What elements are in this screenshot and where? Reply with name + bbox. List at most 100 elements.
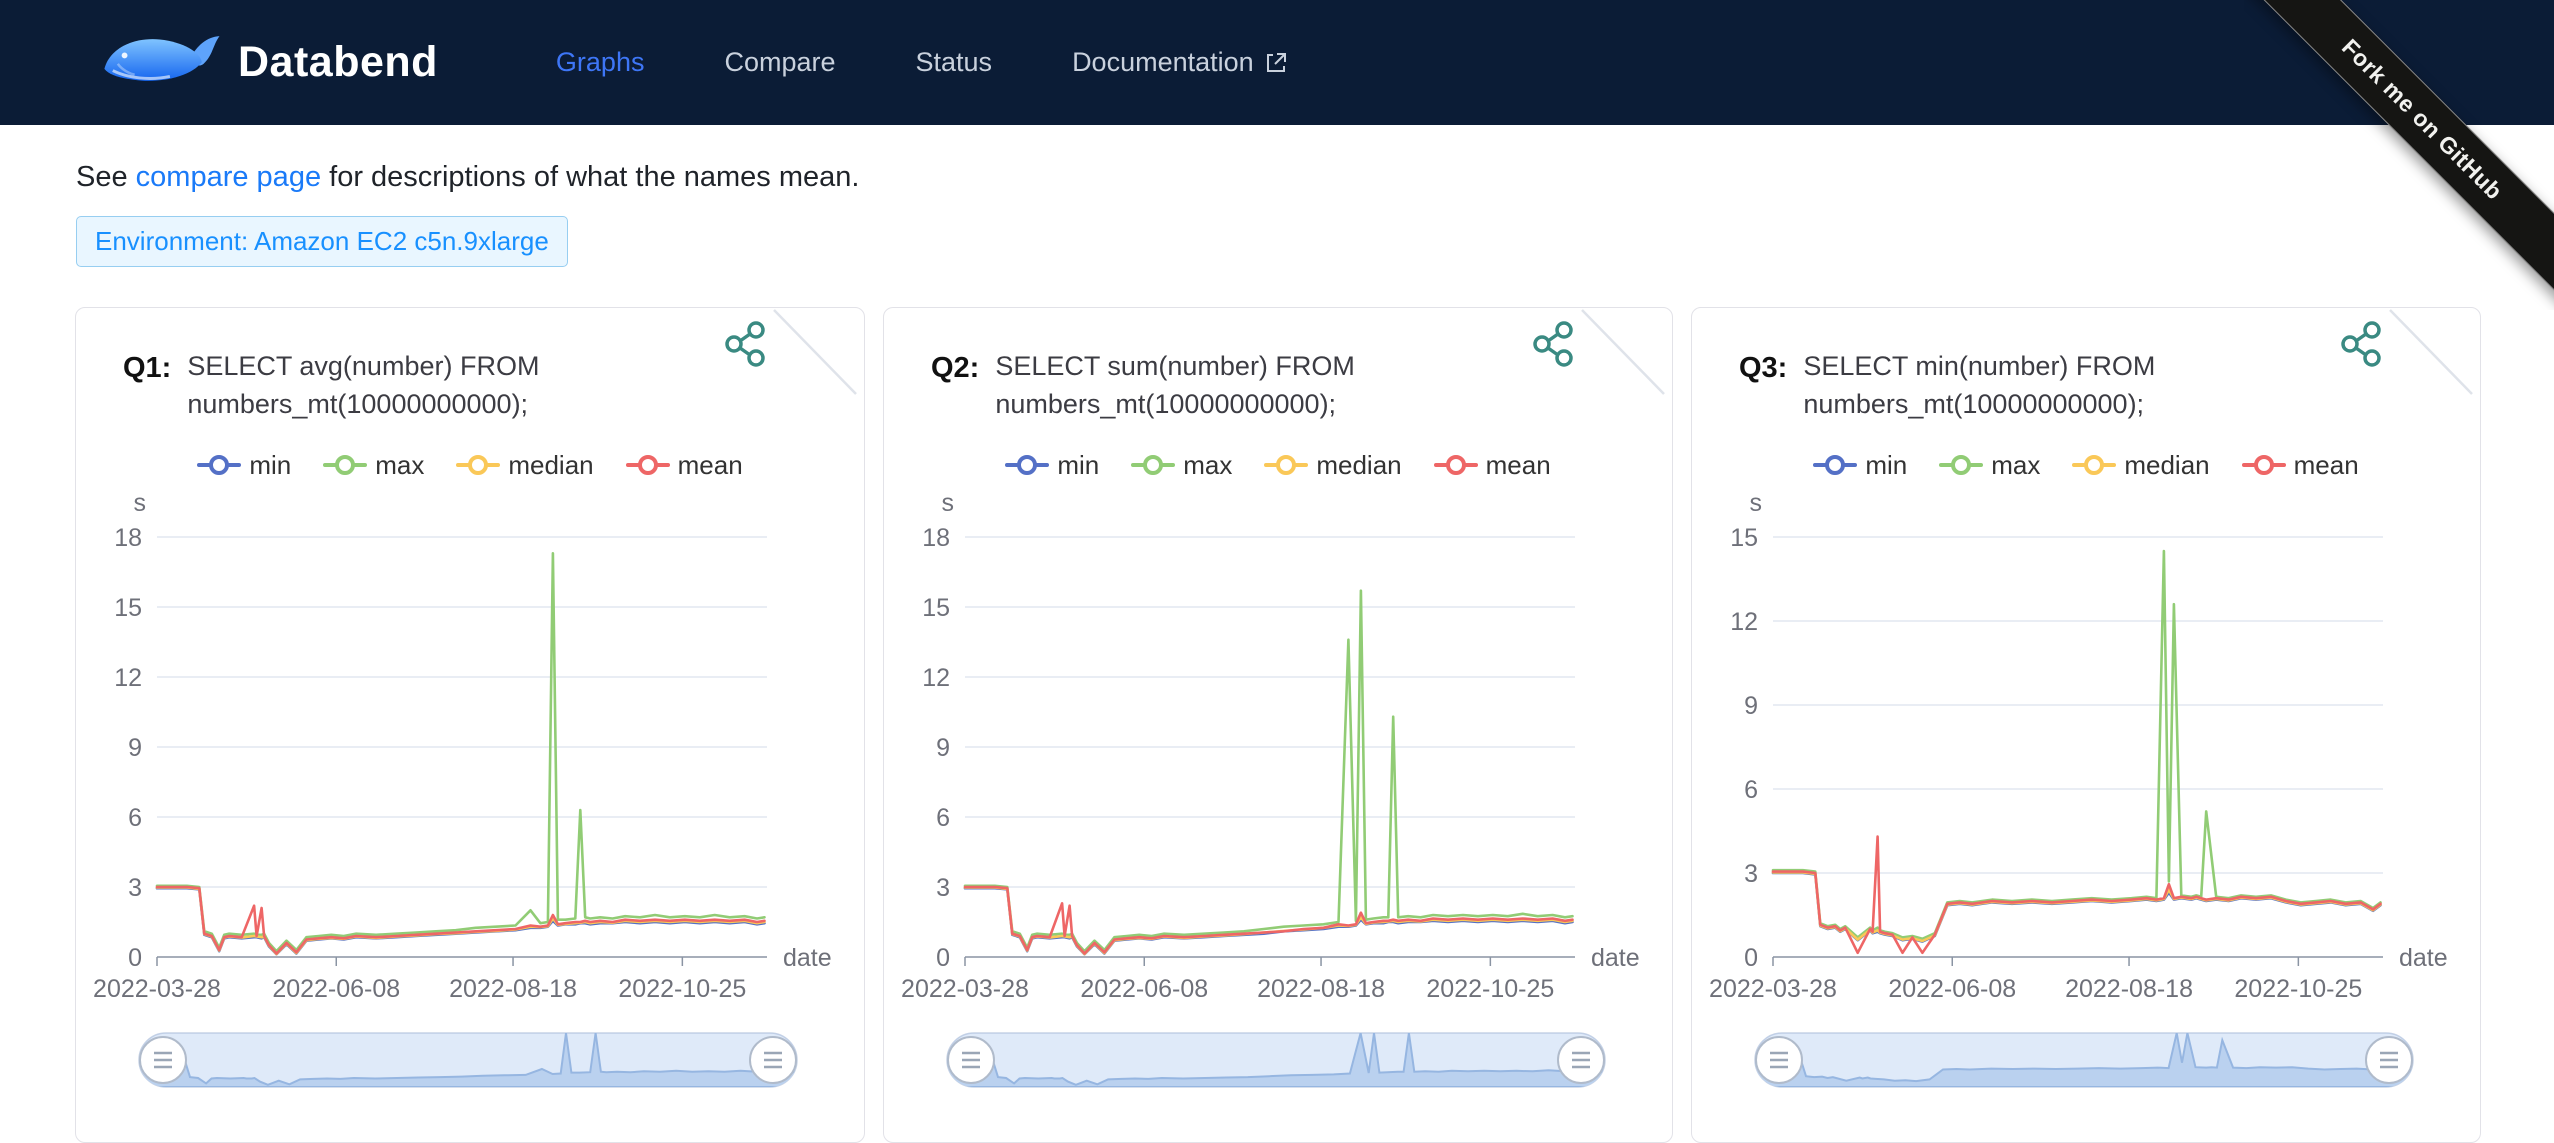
svg-text:3: 3: [936, 874, 950, 902]
legend-marker-median: [2072, 455, 2116, 476]
svg-text:18: 18: [922, 524, 950, 552]
svg-text:2022-08-18: 2022-08-18: [1257, 975, 1385, 1003]
svg-text:2022-03-28: 2022-03-28: [1709, 975, 1837, 1003]
svg-text:2022-10-25: 2022-10-25: [1426, 975, 1554, 1003]
svg-text:s: s: [134, 489, 147, 517]
zoom-slider-q3[interactable]: [1692, 1019, 2481, 1109]
chart-legend: min max median mean: [76, 450, 864, 481]
legend-marker-min: [1813, 455, 1857, 476]
legend-marker-mean: [1434, 455, 1478, 476]
main-nav: Graphs Compare Status Documentation: [556, 47, 1288, 78]
zoom-slider-q2[interactable]: [884, 1019, 1673, 1109]
svg-text:s: s: [1750, 489, 1763, 517]
legend-item-mean[interactable]: mean: [1434, 450, 1551, 481]
svg-text:0: 0: [936, 944, 950, 972]
legend-marker-median: [1264, 455, 1308, 476]
svg-text:15: 15: [1730, 524, 1758, 552]
svg-text:2022-03-28: 2022-03-28: [93, 975, 221, 1003]
svg-text:6: 6: [128, 804, 142, 832]
share-icon: [2343, 323, 2379, 365]
query-label: Q1:: [123, 348, 171, 424]
svg-text:12: 12: [1730, 608, 1758, 636]
compare-page-link[interactable]: compare page: [136, 161, 321, 193]
svg-text:s: s: [942, 489, 955, 517]
github-ribbon-container: Fork me on GitHub: [2244, 0, 2554, 310]
legend-item-median[interactable]: median: [456, 450, 593, 481]
svg-text:15: 15: [922, 594, 950, 622]
nav-item-status[interactable]: Status: [916, 47, 993, 78]
zoom-slider-q1[interactable]: [76, 1019, 865, 1109]
share-corner-q2[interactable]: [1512, 308, 1672, 428]
nav-item-label: Documentation: [1072, 47, 1254, 78]
nav-item-compare[interactable]: Compare: [724, 47, 835, 78]
svg-text:6: 6: [936, 804, 950, 832]
external-link-icon: [1264, 51, 1288, 75]
svg-text:2022-08-18: 2022-08-18: [449, 975, 577, 1003]
share-icon: [1535, 323, 1571, 365]
share-icon: [727, 323, 763, 365]
intro-post: for descriptions of what the names mean.: [321, 161, 859, 193]
brand-name: Databend: [238, 38, 438, 87]
svg-text:3: 3: [1744, 860, 1758, 888]
svg-text:2022-06-08: 2022-06-08: [1888, 975, 2016, 1003]
svg-text:2022-03-28: 2022-03-28: [901, 975, 1029, 1003]
chart-legend: min max median mean: [884, 450, 1672, 481]
svg-text:9: 9: [128, 734, 142, 762]
svg-text:12: 12: [114, 664, 142, 692]
legend-marker-max: [1939, 455, 1983, 476]
environment-badge: Environment: Amazon EC2 c5n.9xlarge: [76, 216, 568, 267]
legend-item-min[interactable]: min: [1813, 450, 1907, 481]
svg-text:2022-10-25: 2022-10-25: [618, 975, 746, 1003]
svg-text:2022-10-25: 2022-10-25: [2234, 975, 2362, 1003]
line-chart-q1: s 0 3 6 9 12 15 18 2022-03-28 2022-06-08 2022-08-1…: [76, 487, 865, 1007]
legend-marker-mean: [626, 455, 670, 476]
charts-row: Q1: SELECT avg(number) FROM numbers_mt(1…: [75, 307, 2554, 1143]
query-label: Q3:: [1739, 348, 1787, 424]
fork-me-on-github-ribbon[interactable]: Fork me on GitHub: [2244, 0, 2554, 310]
svg-text:18: 18: [114, 524, 142, 552]
svg-text:date: date: [2399, 944, 2448, 972]
query-text: SELECT sum(number) FROM numbers_mt(10000…: [995, 348, 1415, 424]
intro-pre: See: [76, 161, 136, 193]
top-navbar: Databend Graphs Compare Status Documenta…: [0, 0, 2554, 125]
chart-legend: min max median mean: [1692, 450, 2480, 481]
svg-text:date: date: [783, 944, 832, 972]
legend-item-mean[interactable]: mean: [2242, 450, 2359, 481]
svg-text:15: 15: [114, 594, 142, 622]
share-corner-q1[interactable]: [704, 308, 864, 428]
svg-text:9: 9: [1744, 692, 1758, 720]
legend-item-median[interactable]: median: [2072, 450, 2209, 481]
svg-text:date: date: [1591, 944, 1640, 972]
legend-item-max[interactable]: max: [323, 450, 424, 481]
legend-marker-mean: [2242, 455, 2286, 476]
svg-text:2022-06-08: 2022-06-08: [1080, 975, 1208, 1003]
query-label: Q2:: [931, 348, 979, 424]
svg-text:3: 3: [128, 874, 142, 902]
intro-text: See compare page for descriptions of wha…: [76, 161, 2554, 194]
share-corner-q3[interactable]: [2320, 308, 2480, 428]
legend-marker-median: [456, 455, 500, 476]
legend-item-mean[interactable]: mean: [626, 450, 743, 481]
databend-whale-logo[interactable]: [96, 25, 222, 101]
legend-item-min[interactable]: min: [1005, 450, 1099, 481]
chart-card-q2: Q2: SELECT sum(number) FROM numbers_mt(1…: [883, 307, 1673, 1143]
legend-marker-max: [1131, 455, 1175, 476]
legend-marker-min: [197, 455, 241, 476]
legend-item-max[interactable]: max: [1131, 450, 1232, 481]
query-text: SELECT avg(number) FROM numbers_mt(10000…: [187, 348, 607, 424]
line-chart-q2: s 0 3 6 9 12 15 18 2022-03-28 2022-06-08 2022-08-1…: [884, 487, 1673, 1007]
legend-item-median[interactable]: median: [1264, 450, 1401, 481]
nav-item-graphs[interactable]: Graphs: [556, 47, 645, 78]
line-chart-q3: s036912152022-03-282022-06-082022-08-182…: [1692, 487, 2481, 1007]
chart-card-q1: Q1: SELECT avg(number) FROM numbers_mt(1…: [75, 307, 865, 1143]
legend-item-max[interactable]: max: [1939, 450, 2040, 481]
nav-item-documentation[interactable]: Documentation: [1072, 47, 1288, 78]
svg-text:0: 0: [128, 944, 142, 972]
legend-marker-min: [1005, 455, 1049, 476]
svg-text:2022-08-18: 2022-08-18: [2065, 975, 2193, 1003]
svg-text:9: 9: [936, 734, 950, 762]
chart-card-q3: Q3: SELECT min(number) FROM numbers_mt(1…: [1691, 307, 2481, 1143]
legend-item-min[interactable]: min: [197, 450, 291, 481]
svg-text:2022-06-08: 2022-06-08: [272, 975, 400, 1003]
svg-text:12: 12: [922, 664, 950, 692]
